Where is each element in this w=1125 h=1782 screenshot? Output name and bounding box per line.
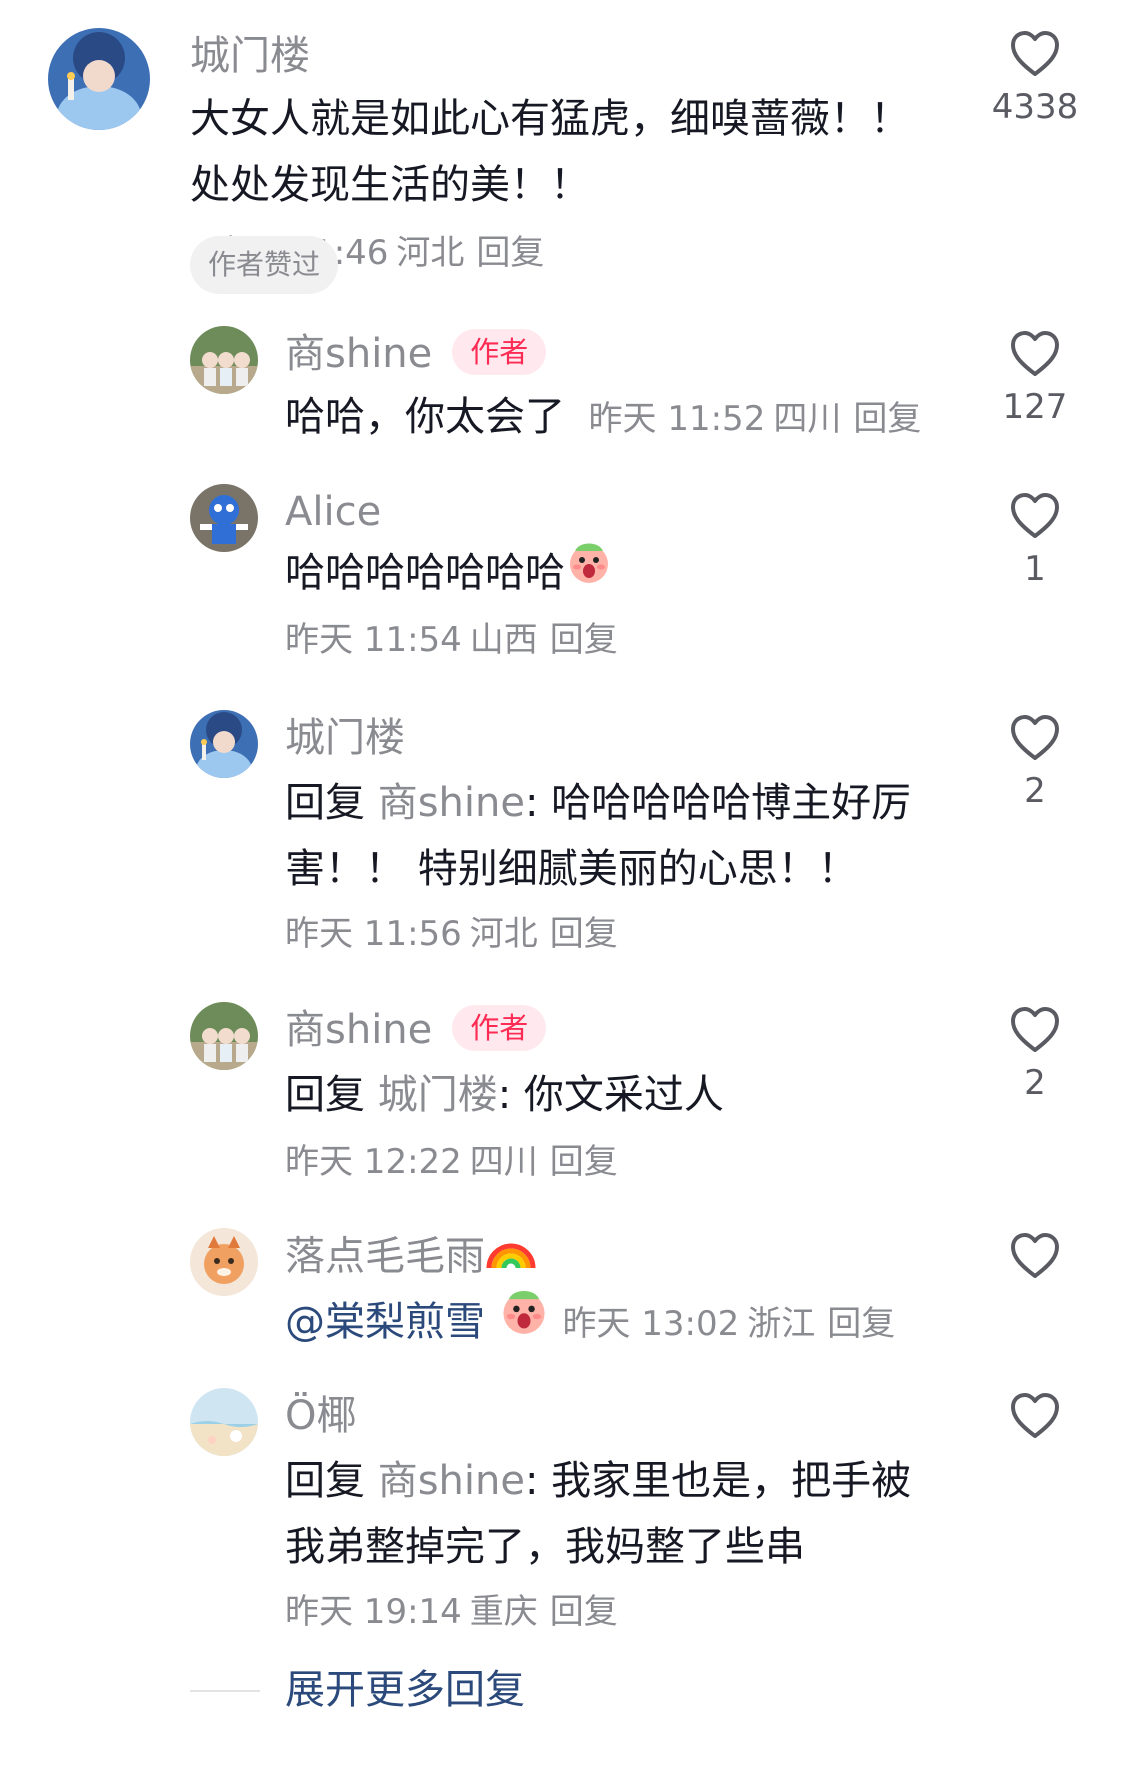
reply-username: 城门楼 bbox=[285, 712, 405, 764]
like-count: 4338 bbox=[991, 87, 1079, 127]
avatar[interactable] bbox=[190, 710, 258, 778]
like-button[interactable]: 4338 bbox=[975, 30, 1095, 128]
reply-username: Ö椰 bbox=[285, 1390, 356, 1442]
reply-username-text[interactable]: 落点毛毛雨 bbox=[285, 1234, 485, 1280]
reply-location: 重庆 bbox=[469, 1592, 538, 1632]
expand-more-button[interactable]: 展开更多回复 bbox=[285, 1660, 525, 1720]
reply-button[interactable]: 回复 bbox=[550, 620, 618, 660]
reply-to-user[interactable]: 商shine bbox=[378, 1458, 525, 1504]
heart-icon bbox=[1011, 1393, 1059, 1438]
reply-text: 回复 商shine: 哈哈哈哈哈博主好厉害！！ 特别细腻美丽的心思！！ bbox=[285, 770, 945, 902]
reply-meta: 昨天 11:54 山西 回复 bbox=[285, 610, 618, 670]
heart-icon bbox=[1011, 1233, 1059, 1278]
reply-button[interactable]: 回复 bbox=[853, 399, 921, 439]
reply-location: 浙江 bbox=[747, 1304, 816, 1344]
heart-icon bbox=[1011, 493, 1059, 538]
comment-location: 河北 bbox=[396, 233, 465, 273]
like-button[interactable]: 127 bbox=[975, 330, 1095, 428]
reply-body: : 你文采过人 bbox=[497, 1072, 724, 1118]
avatar[interactable] bbox=[190, 484, 258, 552]
reply-button[interactable]: 回复 bbox=[476, 233, 544, 273]
author-tag: 作者 bbox=[452, 1005, 547, 1051]
reply-meta: 昨天 11:52 四川 回复 bbox=[578, 399, 922, 439]
reply-location: 四川 bbox=[469, 1142, 538, 1182]
reply-time: 昨天 11:52 bbox=[588, 399, 766, 439]
reply-location: 河北 bbox=[469, 914, 538, 954]
comment-body: 大女人就是如此心有猛虎，细嗅蔷薇！！处处发现生活的美！！ bbox=[190, 96, 910, 208]
reply-to-user[interactable]: 城门楼 bbox=[378, 1072, 498, 1118]
divider bbox=[190, 1690, 260, 1692]
reply-button[interactable]: 回复 bbox=[550, 1592, 618, 1632]
heart-icon bbox=[1011, 331, 1059, 376]
reply-username-text[interactable]: 城门楼 bbox=[285, 715, 405, 761]
reply-username: Alice bbox=[285, 486, 381, 538]
reply-prefix: 回复 bbox=[285, 1458, 365, 1504]
reply-username-text[interactable]: 商shine bbox=[285, 1007, 432, 1053]
reply-time: 昨天 12:22 bbox=[285, 1142, 462, 1182]
reply-text: 哈哈哈哈哈哈哈 bbox=[285, 540, 945, 609]
rainbow-emoji bbox=[485, 1226, 537, 1283]
reply-username-text[interactable]: Ö椰 bbox=[285, 1393, 356, 1439]
reply-button[interactable]: 回复 bbox=[550, 914, 618, 954]
reply-username-text[interactable]: 商shine bbox=[285, 331, 432, 377]
mention-link[interactable]: @棠梨煎雪 bbox=[285, 1299, 485, 1345]
reply-location: 山西 bbox=[469, 620, 538, 660]
like-button[interactable] bbox=[975, 1232, 1095, 1280]
reply-to-user[interactable]: 商shine bbox=[378, 780, 525, 826]
reply-text: 回复 城门楼: 你文采过人 bbox=[285, 1062, 945, 1128]
heart-icon bbox=[1011, 1007, 1059, 1052]
like-button[interactable] bbox=[975, 1392, 1095, 1440]
author-tag: 作者 bbox=[452, 329, 547, 375]
comment-username[interactable]: 城门楼 bbox=[190, 30, 310, 82]
like-count: 2 bbox=[1024, 771, 1046, 811]
reply-body: 哈哈，你太会了 bbox=[285, 394, 565, 440]
reply-button[interactable]: 回复 bbox=[827, 1304, 895, 1344]
reply-username: 商shine 作者 bbox=[285, 1004, 547, 1056]
surprised-face-emoji bbox=[565, 537, 613, 605]
reply-button[interactable]: 回复 bbox=[550, 1142, 618, 1182]
like-button[interactable]: 2 bbox=[975, 1006, 1095, 1104]
avatar[interactable] bbox=[190, 326, 258, 394]
reply-prefix: 回复 bbox=[285, 780, 365, 826]
reply-username-text[interactable]: Alice bbox=[285, 489, 381, 535]
reply-text: 哈哈，你太会了 昨天 11:52 四川 回复 bbox=[285, 384, 945, 452]
reply-time: 昨天 19:14 bbox=[285, 1592, 462, 1632]
reply-meta: 昨天 12:22 四川 回复 bbox=[285, 1132, 618, 1192]
reply-meta: 昨天 13:02 浙江 回复 bbox=[562, 1304, 895, 1344]
heart-icon bbox=[1011, 31, 1059, 76]
reply-prefix: 回复 bbox=[285, 1072, 365, 1118]
avatar[interactable] bbox=[190, 1002, 258, 1070]
heart-icon bbox=[1011, 715, 1059, 760]
like-count: 2 bbox=[1024, 1063, 1046, 1103]
reply-username: 落点毛毛雨 bbox=[285, 1230, 537, 1287]
like-button[interactable]: 1 bbox=[975, 492, 1095, 590]
surprised-face-emoji bbox=[498, 1284, 550, 1356]
avatar[interactable] bbox=[190, 1388, 258, 1456]
like-count: 127 bbox=[1002, 387, 1068, 427]
reply-meta: 昨天 19:14 重庆 回复 bbox=[285, 1582, 618, 1642]
reply-text: @棠梨煎雪 昨天 13:02 浙江 回复 bbox=[285, 1288, 965, 1360]
reply-body: 哈哈哈哈哈哈哈 bbox=[285, 550, 565, 596]
avatar[interactable] bbox=[48, 28, 150, 130]
author-liked-badge: 作者赞过 bbox=[190, 236, 339, 294]
avatar[interactable] bbox=[190, 1228, 258, 1296]
reply-meta: 昨天 11:56 河北 回复 bbox=[285, 904, 618, 964]
reply-text: 回复 商shine: 我家里也是，把手被我弟整掉完了，我妈整了些串 bbox=[285, 1448, 945, 1580]
reply-time: 昨天 11:56 bbox=[285, 914, 462, 954]
reply-time: 昨天 13:02 bbox=[562, 1304, 740, 1344]
like-count: 1 bbox=[1024, 549, 1046, 589]
reply-location: 四川 bbox=[773, 399, 842, 439]
like-button[interactable]: 2 bbox=[975, 714, 1095, 812]
reply-time: 昨天 11:54 bbox=[285, 620, 462, 660]
reply-username: 商shine 作者 bbox=[285, 328, 547, 380]
